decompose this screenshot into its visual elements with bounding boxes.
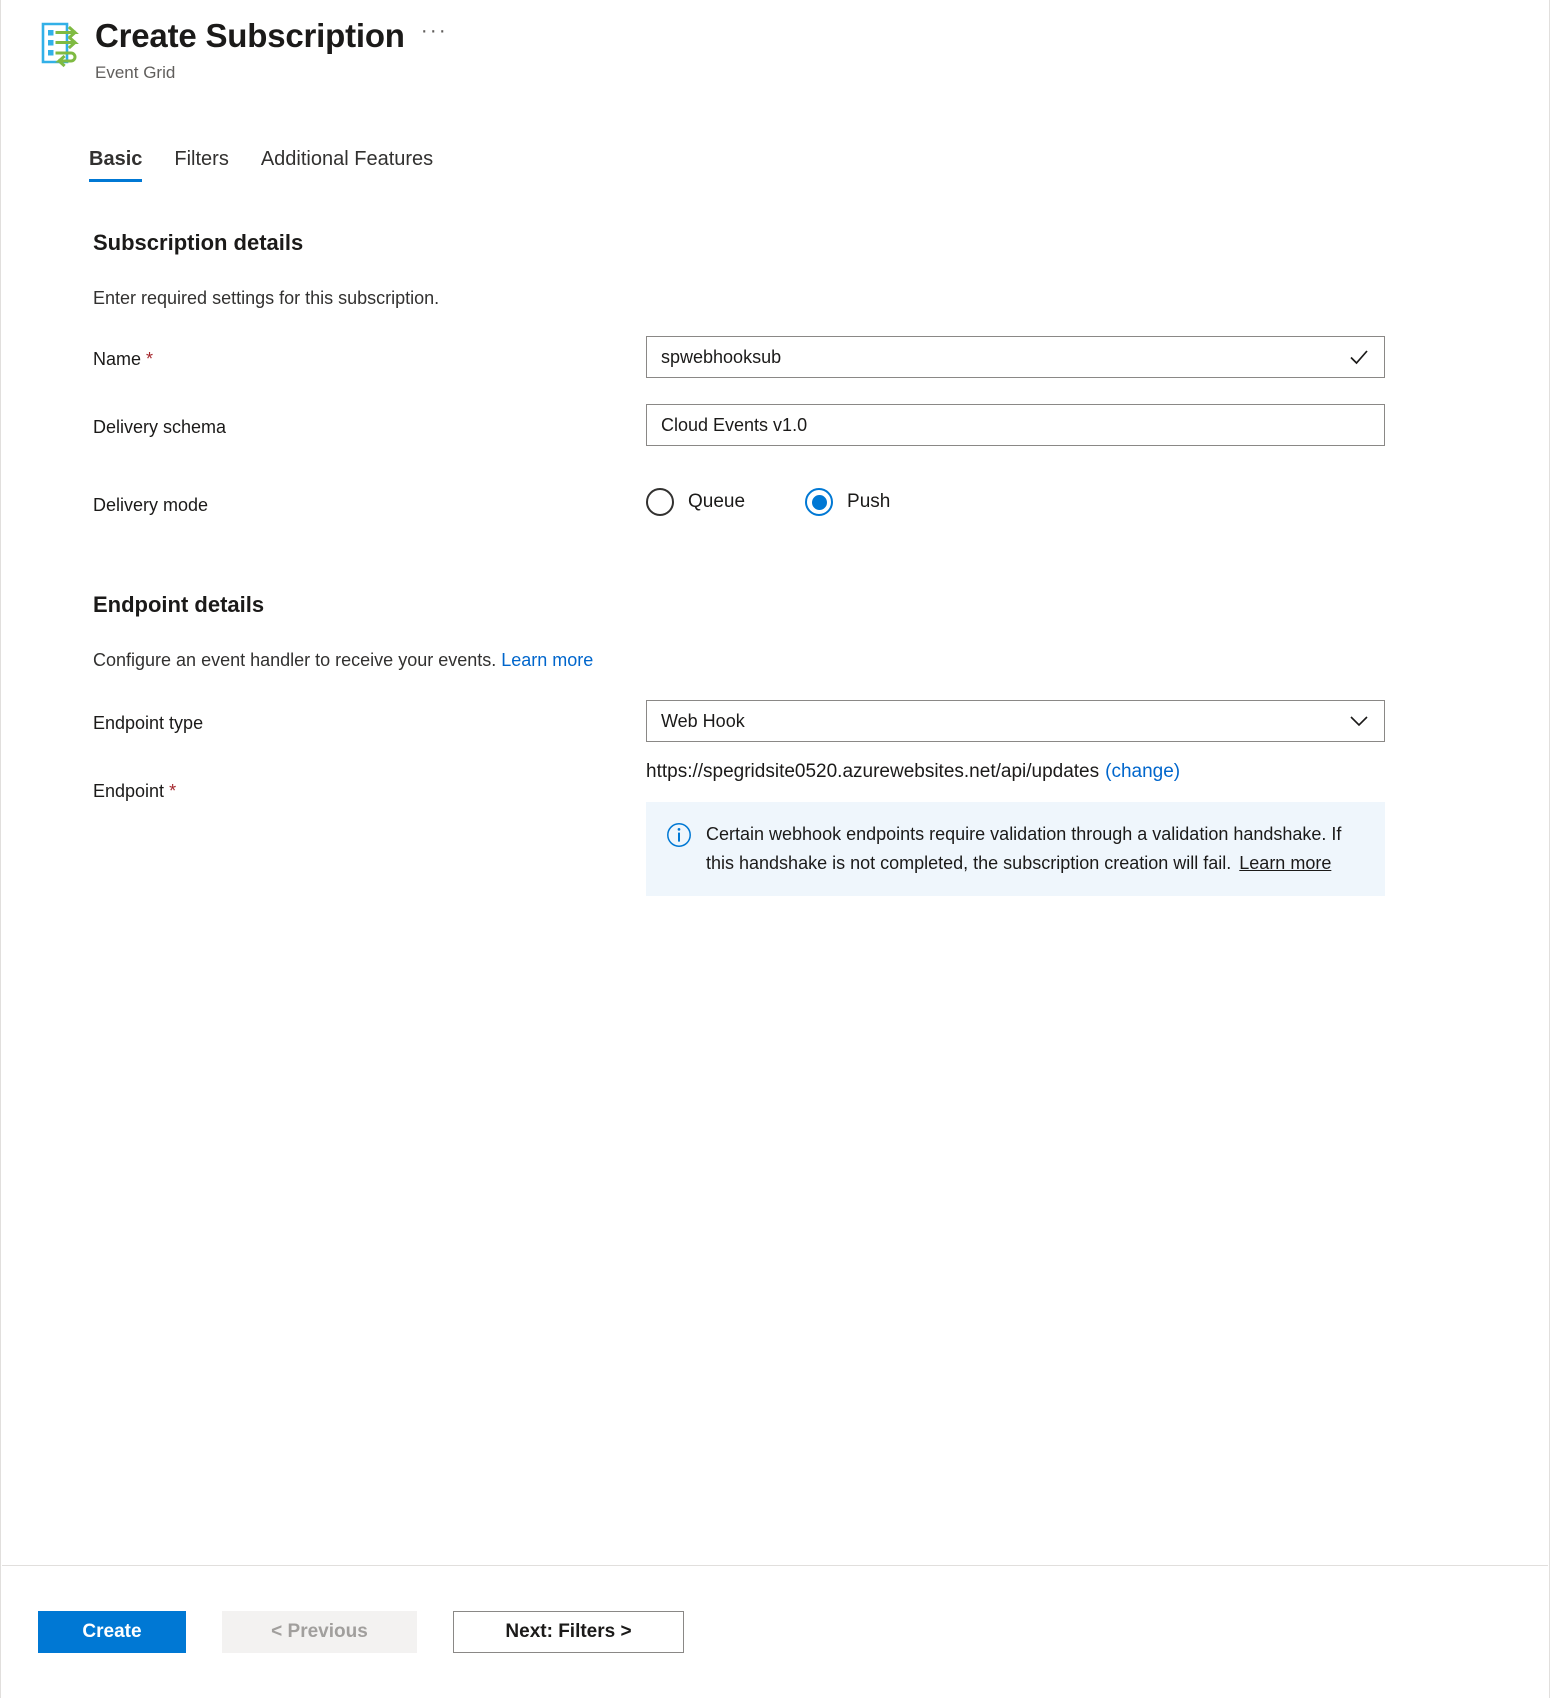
tab-bar: Basic Filters Additional Features [89,146,1549,182]
radio-circle-icon [646,488,674,516]
delivery-mode-label: Delivery mode [93,495,209,515]
endpoint-type-value: Web Hook [661,711,745,731]
info-box-text: Certain webhook endpoints require valida… [706,820,1365,878]
endpoint-type-dropdown[interactable]: Web Hook [646,700,1385,742]
more-options-icon[interactable]: ··· [421,20,448,48]
endpoint-type-row: Endpoint type Web Hook [93,700,1549,742]
name-input-value: spwebhooksub [661,347,782,367]
next-filters-button[interactable]: Next: Filters > [453,1611,684,1653]
endpoint-details-description: Configure an event handler to receive yo… [93,648,1549,672]
blade-subtitle: Event Grid [95,63,176,82]
chevron-down-icon [1348,710,1370,732]
tab-additional-features[interactable]: Additional Features [245,146,449,182]
endpoint-url-line: https://spegridsite0520.azurewebsites.ne… [646,758,1385,786]
blade-content: Subscription details Enter required sett… [1,182,1549,1698]
subscription-details-description: Enter required settings for this subscri… [93,288,440,308]
endpoint-row: Endpoint * https://spegridsite0520.azure… [93,754,1549,896]
endpoint-type-control: Web Hook [646,700,1385,742]
subscription-details-heading: Subscription details [93,230,304,255]
name-label-text: Name [93,349,142,369]
previous-button[interactable]: < Previous [222,1611,417,1653]
radio-label-push: Push [847,491,891,512]
delivery-schema-control: Cloud Events v1.0 [646,404,1385,446]
endpoint-required-marker: * [169,781,177,801]
radio-circle-selected-icon [805,488,834,516]
checkmark-icon [1348,346,1370,368]
endpoint-url-text: https://spegridsite0520.azurewebsites.ne… [646,761,1100,782]
info-icon [666,822,692,848]
delivery-schema-input[interactable]: Cloud Events v1.0 [646,404,1385,446]
create-button[interactable]: Create [38,1611,186,1653]
endpoint-change-link[interactable]: (change) [1105,761,1180,782]
delivery-schema-label: Delivery schema [93,417,227,437]
endpoint-details-learn-more-link[interactable]: Learn more [501,650,593,670]
radio-label-queue: Queue [688,491,746,512]
name-label: Name * [93,336,646,372]
name-required-marker: * [146,349,154,369]
endpoint-control: https://spegridsite0520.azurewebsites.ne… [646,754,1385,896]
header-text-block: Create Subscription ··· Event Grid [95,14,448,84]
info-box-learn-more-link[interactable]: Learn more [1239,853,1331,873]
blade-header: Create Subscription ··· Event Grid [1,0,1549,84]
event-grid-icon [39,20,83,68]
delivery-schema-row: Delivery schema Cloud Events v1.0 [93,404,1549,446]
delivery-schema-value: Cloud Events v1.0 [661,415,808,435]
webhook-validation-info-box: Certain webhook endpoints require valida… [646,802,1385,896]
endpoint-type-label: Endpoint type [93,713,204,733]
endpoint-details-description-text: Configure an event handler to receive yo… [93,650,497,670]
name-control: spwebhooksub [646,336,1385,378]
name-row: Name * spwebhooksub [93,336,1549,378]
name-input[interactable]: spwebhooksub [646,336,1385,378]
radio-option-queue[interactable]: Queue [646,488,745,516]
endpoint-label: Endpoint * [93,754,646,804]
endpoint-label-text: Endpoint [93,781,165,801]
create-subscription-blade: Create Subscription ··· Event Grid Basic… [0,0,1550,1698]
blade-footer: Create < Previous Next: Filters > [2,1565,1548,1698]
tab-filters[interactable]: Filters [158,146,244,182]
page-title: Create Subscription [95,17,405,54]
delivery-mode-control: Queue Push [646,482,1385,516]
delivery-mode-radio-group: Queue Push [646,482,1385,516]
radio-option-push[interactable]: Push [805,488,890,516]
delivery-mode-row: Delivery mode Queue Push [93,482,1549,518]
endpoint-details-heading: Endpoint details [93,592,265,617]
tab-basic[interactable]: Basic [89,146,158,182]
